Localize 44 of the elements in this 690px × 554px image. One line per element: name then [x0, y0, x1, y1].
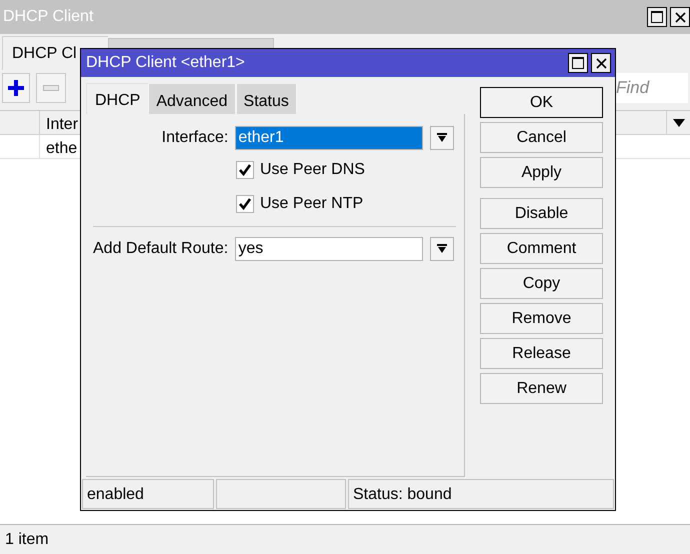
close-button[interactable] — [670, 7, 690, 27]
dialog-button[interactable]: Remove — [480, 303, 603, 334]
table-cell-text: ethe — [45, 139, 78, 158]
window-title: DHCP Client — [3, 7, 94, 27]
tab[interactable]: DHCP — [86, 83, 148, 114]
arrow-down-icon — [437, 244, 448, 254]
dialog-button[interactable]: Release — [480, 338, 603, 369]
field-label: Interface: — [160, 128, 228, 148]
checkbox-label: Use Peer NTP — [260, 194, 364, 214]
dialog-button[interactable]: Copy — [480, 268, 603, 299]
plus-icon — [8, 80, 24, 96]
checkbox[interactable] — [236, 161, 254, 179]
dialog-button[interactable]: Disable — [480, 198, 603, 229]
minus-icon — [43, 85, 59, 91]
maximize-icon — [651, 11, 663, 23]
status-text: 1 item — [5, 530, 49, 550]
tab[interactable]: Advanced — [148, 84, 236, 114]
status-cell: Status: bound — [348, 479, 614, 509]
status-cell: enabled — [82, 479, 214, 509]
maximize-button[interactable] — [647, 7, 667, 27]
close-button[interactable] — [591, 53, 611, 73]
check-icon — [239, 164, 251, 176]
close-icon — [596, 58, 606, 68]
dialog-button[interactable]: Cancel — [480, 122, 603, 153]
arrow-down-icon — [437, 133, 448, 143]
dropdown-button[interactable] — [430, 237, 454, 261]
add-button[interactable] — [2, 73, 30, 103]
tab[interactable]: Status — [236, 84, 297, 114]
dialog-button[interactable]: Apply — [480, 157, 603, 188]
dropdown-button[interactable] — [430, 126, 454, 150]
dialog-button[interactable]: OK — [480, 87, 603, 118]
caret-icon — [672, 118, 684, 126]
maximize-icon — [572, 57, 584, 69]
maximize-button[interactable] — [568, 53, 588, 73]
checkbox-label: Use Peer DNS — [260, 160, 365, 180]
check-icon — [239, 198, 251, 210]
default-route-field[interactable]: yes — [235, 237, 424, 261]
tab[interactable] — [108, 38, 274, 49]
checkbox[interactable] — [236, 195, 254, 213]
dialog-button[interactable]: Comment — [480, 233, 603, 264]
interface-field[interactable]: ether1 — [235, 126, 424, 150]
dialog-button[interactable]: Renew — [480, 373, 603, 404]
field-label: Add Default Route: — [93, 239, 228, 259]
close-icon — [674, 12, 686, 22]
